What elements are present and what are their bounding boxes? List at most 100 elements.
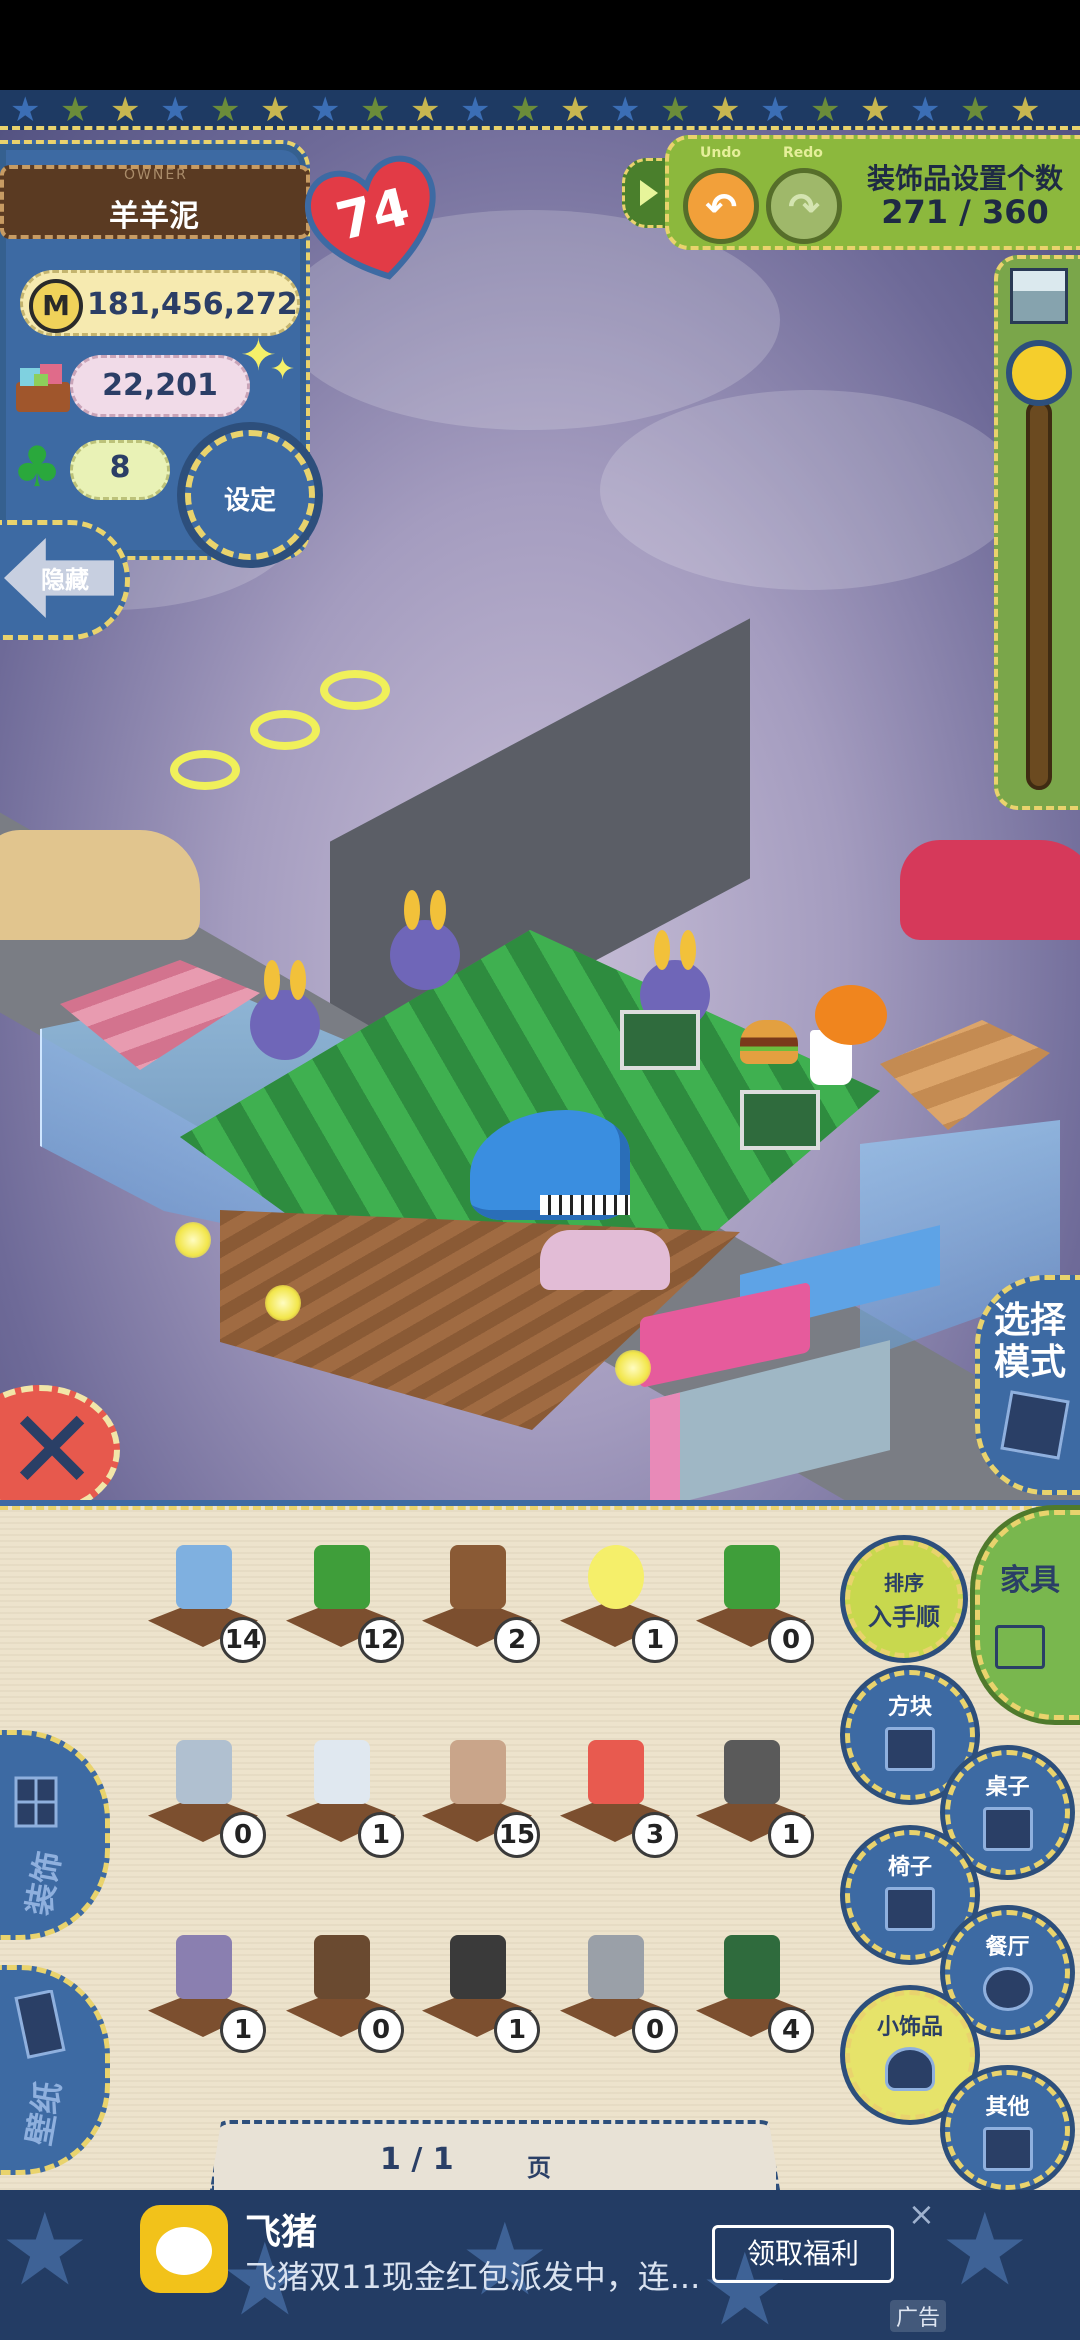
ad-mark: 广告: [890, 2300, 947, 2332]
other-label: 其他: [985, 2095, 1030, 2120]
cloud: [600, 390, 1020, 590]
glowing-lamp[interactable]: [175, 1222, 211, 1258]
potted-flower-icon: [176, 1545, 232, 1609]
page-unit: 页: [527, 2154, 551, 2182]
fliggy-app-icon[interactable]: [140, 2205, 228, 2293]
bunny-mascot[interactable]: [250, 960, 320, 1060]
category-other[interactable]: 其他: [945, 2070, 1070, 2190]
settings-button[interactable]: 设定: [185, 430, 315, 560]
pink-sofa[interactable]: [540, 1230, 670, 1290]
inventory-item[interactable]: 4: [688, 1935, 818, 2055]
clover-icon: ♣: [12, 435, 63, 500]
inventory-item[interactable]: 1: [140, 1935, 270, 2055]
ring-decoration[interactable]: [170, 750, 240, 790]
coin-icon: M: [29, 279, 83, 333]
tall-plant-icon: [724, 1545, 780, 1609]
record-player-icon: [314, 1935, 370, 1999]
trash-bin-icon: [450, 1935, 506, 1999]
star-trim-top: ★ ★ ★ ★ ★ ★ ★ ★ ★ ★ ★ ★ ★ ★ ★ ★ ★ ★ ★ ★ ★: [0, 90, 1080, 130]
glowing-lamp-icon: [588, 1545, 644, 1609]
decoration-count-value: 271 / 360: [881, 193, 1049, 231]
isometric-room[interactable]: [40, 670, 1060, 1500]
redo-icon: ↷: [788, 185, 820, 229]
burger-decoration[interactable]: [740, 1020, 798, 1064]
star-icon: ★: [0, 2191, 90, 2308]
slider-knob[interactable]: [1006, 340, 1072, 406]
vase-icon: [885, 2047, 935, 2091]
leafy-plant-icon: [314, 1545, 370, 1609]
inventory-item[interactable]: 1: [278, 1740, 408, 1860]
item-count-badge: 1: [220, 2007, 266, 2053]
ad-title: 飞猪: [245, 2212, 318, 2253]
close-icon: ✕: [6, 1386, 99, 1514]
pager: [210, 2120, 780, 2190]
inventory-item[interactable]: 2: [414, 1545, 544, 1665]
building-model-icon: [176, 1935, 232, 1999]
item-count-badge: 0: [358, 2007, 404, 2053]
undo-button[interactable]: ↶: [683, 168, 759, 244]
menu-sign-icon: [724, 1935, 780, 1999]
pumpkin-lantern[interactable]: [815, 985, 887, 1045]
green-signboard[interactable]: [740, 1090, 820, 1150]
glowing-lamp[interactable]: [615, 1350, 651, 1386]
inventory-item[interactable]: 3: [552, 1740, 682, 1860]
inventory-item[interactable]: 0: [552, 1935, 682, 2055]
sort-label: 排序: [884, 1571, 924, 1595]
select-mode-label: 选择模式: [993, 1300, 1066, 1383]
item-count-badge: 0: [220, 1812, 266, 1858]
inventory-item[interactable]: 0: [688, 1545, 818, 1665]
glowing-lamp[interactable]: [265, 1285, 301, 1321]
hide-label: 隐藏: [41, 566, 89, 594]
item-count-badge: 12: [358, 1617, 404, 1663]
ring-decoration[interactable]: [250, 710, 320, 750]
inventory-item[interactable]: 12: [278, 1545, 408, 1665]
page-indicator: 1 / 1: [380, 2142, 454, 2177]
category-furniture[interactable]: 家具: [975, 1510, 1080, 1720]
chef-hat-icon: [982, 1967, 1033, 2011]
cube-icon: [1010, 268, 1068, 324]
redo-button[interactable]: ↷: [766, 168, 842, 244]
panel-stitching: [0, 1506, 1080, 1516]
small-decor-label: 小饰品: [876, 2015, 943, 2040]
inventory-item[interactable]: 0: [140, 1740, 270, 1860]
wooden-crates[interactable]: [880, 1020, 1050, 1130]
inventory-item[interactable]: 0: [278, 1935, 408, 2055]
item-count-badge: 14: [220, 1617, 266, 1663]
undo-label: Undo: [700, 145, 741, 161]
bunny-mascot[interactable]: [390, 890, 460, 990]
inventory-item[interactable]: 1: [688, 1740, 818, 1860]
item-count-badge: 0: [768, 1617, 814, 1663]
owner-caption: OWNER: [124, 167, 188, 183]
display-fridge-icon: [314, 1740, 370, 1804]
flower-tray-icon: [176, 1740, 232, 1804]
undo-icon: ↶: [705, 185, 737, 229]
item-count-badge: 4: [768, 2007, 814, 2053]
gift-basket-icon: [16, 364, 70, 412]
redo-label: Redo: [783, 145, 823, 161]
chair-label: 椅子: [887, 1855, 932, 1880]
item-count-badge: 1: [494, 2007, 540, 2053]
restaurant-label: 餐厅: [985, 1935, 1030, 1960]
wallpaper-icon: [14, 1990, 66, 2059]
inventory-item[interactable]: 1: [414, 1935, 544, 2055]
ring-decoration[interactable]: [320, 670, 390, 710]
round-plate-icon: [588, 1935, 644, 1999]
inventory-item[interactable]: 14: [140, 1545, 270, 1665]
green-signboard[interactable]: [620, 1010, 700, 1070]
clover-value: 8: [109, 450, 131, 485]
inventory-item[interactable]: 1: [552, 1545, 682, 1665]
cube-icon: [885, 1727, 935, 1771]
ad-claim-button[interactable]: 领取福利: [712, 2225, 894, 2283]
sort-button[interactable]: 排序 入手顺: [845, 1540, 963, 1658]
owner-name-tag: OWNER 羊羊泥: [0, 165, 310, 239]
decoration-count-title: 装饰品设置个数: [866, 162, 1063, 195]
ad-close-icon[interactable]: ×: [908, 2195, 935, 2233]
inventory-item[interactable]: 15: [414, 1740, 544, 1860]
coin-value: 181,456,272: [87, 287, 298, 322]
window-icon: [14, 1776, 58, 1828]
piano-keys: [540, 1195, 630, 1215]
alarm-clock-icon: [588, 1740, 644, 1804]
slider-track[interactable]: [1026, 400, 1052, 790]
chair-icon: [885, 1887, 935, 1931]
item-count-badge: 3: [632, 1812, 678, 1858]
